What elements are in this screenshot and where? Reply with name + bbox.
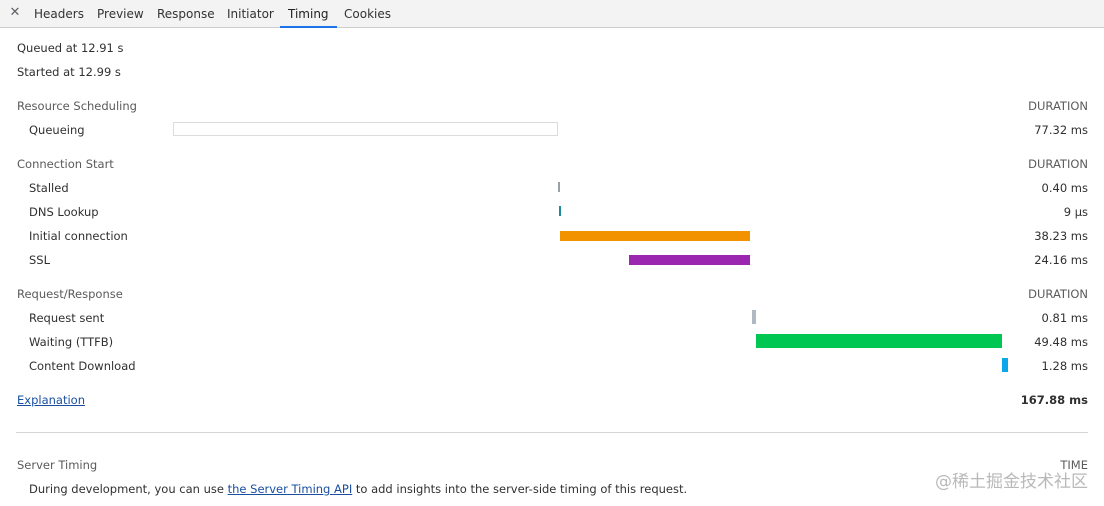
row-value-request-sent: 0.81 ms (1041, 311, 1088, 325)
row-value-initial-connection: 38.23 ms (1034, 229, 1088, 243)
server-timing-description: During development, you can use the Serv… (29, 482, 687, 496)
started-at: Started at 12.99 s (17, 65, 121, 79)
tab-preview[interactable]: Preview (97, 0, 144, 28)
bar-dns-lookup (559, 206, 561, 216)
row-value-content-download: 1.28 ms (1041, 359, 1088, 373)
tab-cookies[interactable]: Cookies (344, 0, 391, 28)
bar-initial-connection (560, 231, 750, 241)
server-timing-text-before: During development, you can use (29, 482, 228, 496)
section-server-timing: Server Timing (17, 458, 98, 472)
bar-stalled (558, 182, 560, 192)
server-timing-text-after: to add insights into the server-side tim… (352, 482, 688, 496)
bar-waiting (756, 334, 1002, 348)
queued-at: Queued at 12.91 s (17, 41, 124, 55)
tab-response[interactable]: Response (157, 0, 215, 28)
row-value-waiting: 49.48 ms (1034, 335, 1088, 349)
server-timing-api-link[interactable]: the Server Timing API (228, 482, 353, 496)
row-label-ssl: SSL (29, 253, 51, 267)
tab-bar: ✕ Headers Preview Response Initiator Tim… (0, 0, 1104, 28)
close-icon[interactable]: ✕ (8, 5, 22, 21)
bar-queueing (173, 122, 558, 136)
duration-header: DURATION (1028, 99, 1088, 113)
row-label-queueing: Queueing (29, 123, 85, 137)
divider (16, 432, 1088, 433)
tab-timing[interactable]: Timing (280, 0, 337, 28)
duration-header: DURATION (1028, 157, 1088, 171)
bar-ssl (629, 255, 750, 265)
tab-initiator[interactable]: Initiator (227, 0, 274, 28)
row-label-waiting: Waiting (TTFB) (29, 335, 114, 349)
section-request-response: Request/Response (17, 287, 123, 301)
bar-content-download (1002, 358, 1008, 372)
row-value-queueing: 77.32 ms (1034, 123, 1088, 137)
tab-headers[interactable]: Headers (34, 0, 84, 28)
timing-panel: Queued at 12.91 s Started at 12.99 s Res… (0, 28, 1104, 506)
bar-request-sent (752, 310, 756, 324)
row-value-stalled: 0.40 ms (1041, 181, 1088, 195)
watermark: @稀土掘金技术社区 (935, 472, 1088, 492)
section-resource-scheduling: Resource Scheduling (17, 99, 137, 113)
row-value-ssl: 24.16 ms (1034, 253, 1088, 267)
row-value-dns-lookup: 9 µs (1063, 205, 1088, 219)
row-label-initial-connection: Initial connection (29, 229, 128, 243)
total-duration: 167.88 ms (1020, 393, 1088, 407)
row-label-stalled: Stalled (29, 181, 69, 195)
duration-header: DURATION (1028, 287, 1088, 301)
row-label-request-sent: Request sent (29, 311, 105, 325)
row-label-content-download: Content Download (29, 359, 136, 373)
section-connection-start: Connection Start (17, 157, 114, 171)
row-label-dns-lookup: DNS Lookup (29, 205, 99, 219)
explanation-link[interactable]: Explanation (17, 393, 85, 407)
